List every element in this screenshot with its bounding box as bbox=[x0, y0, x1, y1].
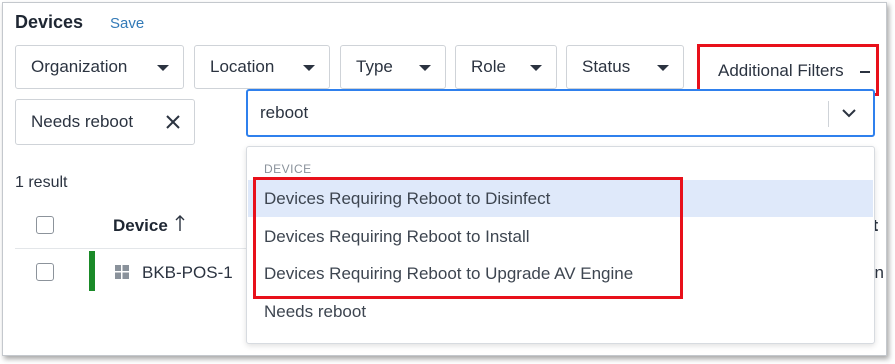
filter-suggestions-dropdown: DEVICE Devices Requiring Reboot to Disin… bbox=[246, 146, 875, 344]
caret-down-icon bbox=[157, 65, 169, 71]
caret-down-icon bbox=[419, 65, 431, 71]
status-filter[interactable]: Status bbox=[566, 45, 684, 89]
filter-search-input[interactable] bbox=[260, 91, 820, 135]
collapse-minus-icon bbox=[860, 71, 870, 73]
dropdown-option[interactable]: Needs reboot bbox=[248, 293, 873, 330]
devices-page: Devices Save Organization Location Type … bbox=[2, 2, 887, 356]
role-filter-label: Role bbox=[471, 57, 506, 76]
caret-down-icon bbox=[303, 65, 315, 71]
row-checkbox[interactable] bbox=[36, 263, 54, 281]
role-filter[interactable]: Role bbox=[455, 45, 557, 89]
type-filter-label: Type bbox=[356, 57, 393, 76]
chip-label: Needs reboot bbox=[31, 112, 134, 131]
dropdown-option[interactable]: Devices Requiring Reboot to Disinfect bbox=[248, 180, 873, 217]
location-filter[interactable]: Location bbox=[194, 45, 330, 89]
column-header-device[interactable]: Device bbox=[113, 216, 168, 236]
active-filter-chip: Needs reboot bbox=[15, 99, 195, 145]
dropdown-group-header: DEVICE bbox=[264, 162, 312, 176]
sort-ascending-icon[interactable] bbox=[175, 214, 185, 232]
type-filter[interactable]: Type bbox=[340, 45, 446, 89]
search-divider bbox=[828, 101, 829, 127]
select-all-checkbox[interactable] bbox=[36, 216, 54, 234]
organization-filter[interactable]: Organization bbox=[15, 45, 184, 89]
windows-icon bbox=[115, 265, 129, 279]
status-filter-label: Status bbox=[582, 57, 631, 76]
device-name-link[interactable]: BKB-POS-1 bbox=[142, 263, 233, 283]
save-link[interactable]: Save bbox=[110, 15, 144, 32]
additional-filters-label: Additional Filters bbox=[718, 61, 844, 80]
caret-down-icon bbox=[657, 65, 669, 71]
close-icon[interactable] bbox=[164, 111, 182, 133]
organization-filter-label: Organization bbox=[31, 57, 128, 76]
filter-search-box[interactable] bbox=[246, 89, 875, 137]
chevron-down-icon[interactable] bbox=[840, 105, 858, 121]
caret-down-icon bbox=[530, 65, 542, 71]
header-divider bbox=[15, 248, 255, 249]
location-filter-label: Location bbox=[210, 57, 275, 76]
page-title: Devices bbox=[15, 12, 84, 32]
result-count: 1 result bbox=[15, 174, 68, 191]
dropdown-option[interactable]: Devices Requiring Reboot to Upgrade AV E… bbox=[248, 255, 873, 292]
status-indicator bbox=[89, 251, 95, 291]
dropdown-option[interactable]: Devices Requiring Reboot to Install bbox=[248, 218, 873, 255]
